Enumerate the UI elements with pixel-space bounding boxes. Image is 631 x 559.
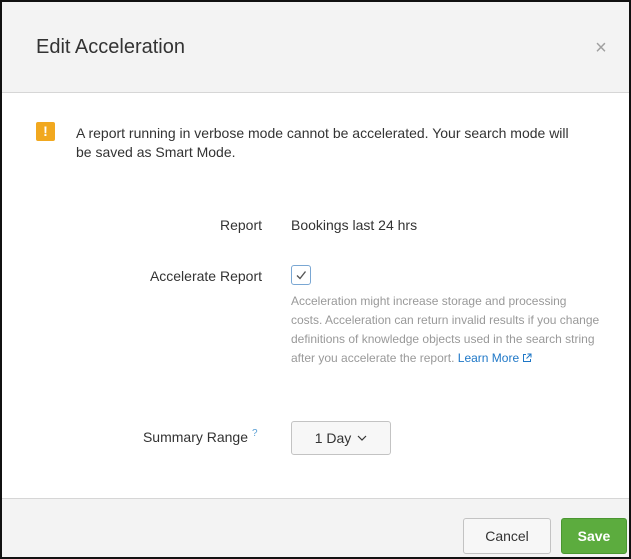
- learn-more-link[interactable]: Learn More: [458, 351, 532, 365]
- dialog-header: Edit Acceleration ×: [2, 2, 629, 93]
- chevron-down-icon: [357, 435, 367, 441]
- warning-text: A report running in verbose mode cannot …: [76, 125, 569, 160]
- learn-more-label: Learn More: [457, 351, 520, 365]
- accelerate-report-checkbox[interactable]: [291, 265, 311, 285]
- acceleration-help-text: Acceleration might increase storage and …: [291, 292, 601, 368]
- dialog-title: Edit Acceleration: [36, 36, 185, 58]
- accelerate-report-label: Accelerate Report: [149, 268, 262, 284]
- dialog-footer: Cancel Save: [2, 498, 629, 557]
- external-link-icon: [523, 353, 532, 362]
- warning-icon: !: [36, 122, 55, 141]
- close-icon[interactable]: ×: [591, 38, 611, 58]
- cancel-button[interactable]: Cancel: [463, 518, 551, 554]
- summary-range-help-icon[interactable]: ?: [252, 428, 258, 439]
- summary-range-value: 1 Day: [314, 430, 352, 446]
- summary-range-dropdown[interactable]: 1 Day: [291, 421, 391, 455]
- acceleration-help-body: Acceleration might increase storage and …: [291, 294, 600, 365]
- report-name: Bookings last 24 hrs: [291, 217, 418, 233]
- summary-range-label: Summary Range: [142, 429, 248, 445]
- edit-acceleration-dialog: Edit Acceleration × ! A report running i…: [0, 0, 631, 559]
- report-label: Report: [219, 217, 262, 233]
- checkmark-icon: [296, 271, 307, 280]
- save-button[interactable]: Save: [561, 518, 627, 554]
